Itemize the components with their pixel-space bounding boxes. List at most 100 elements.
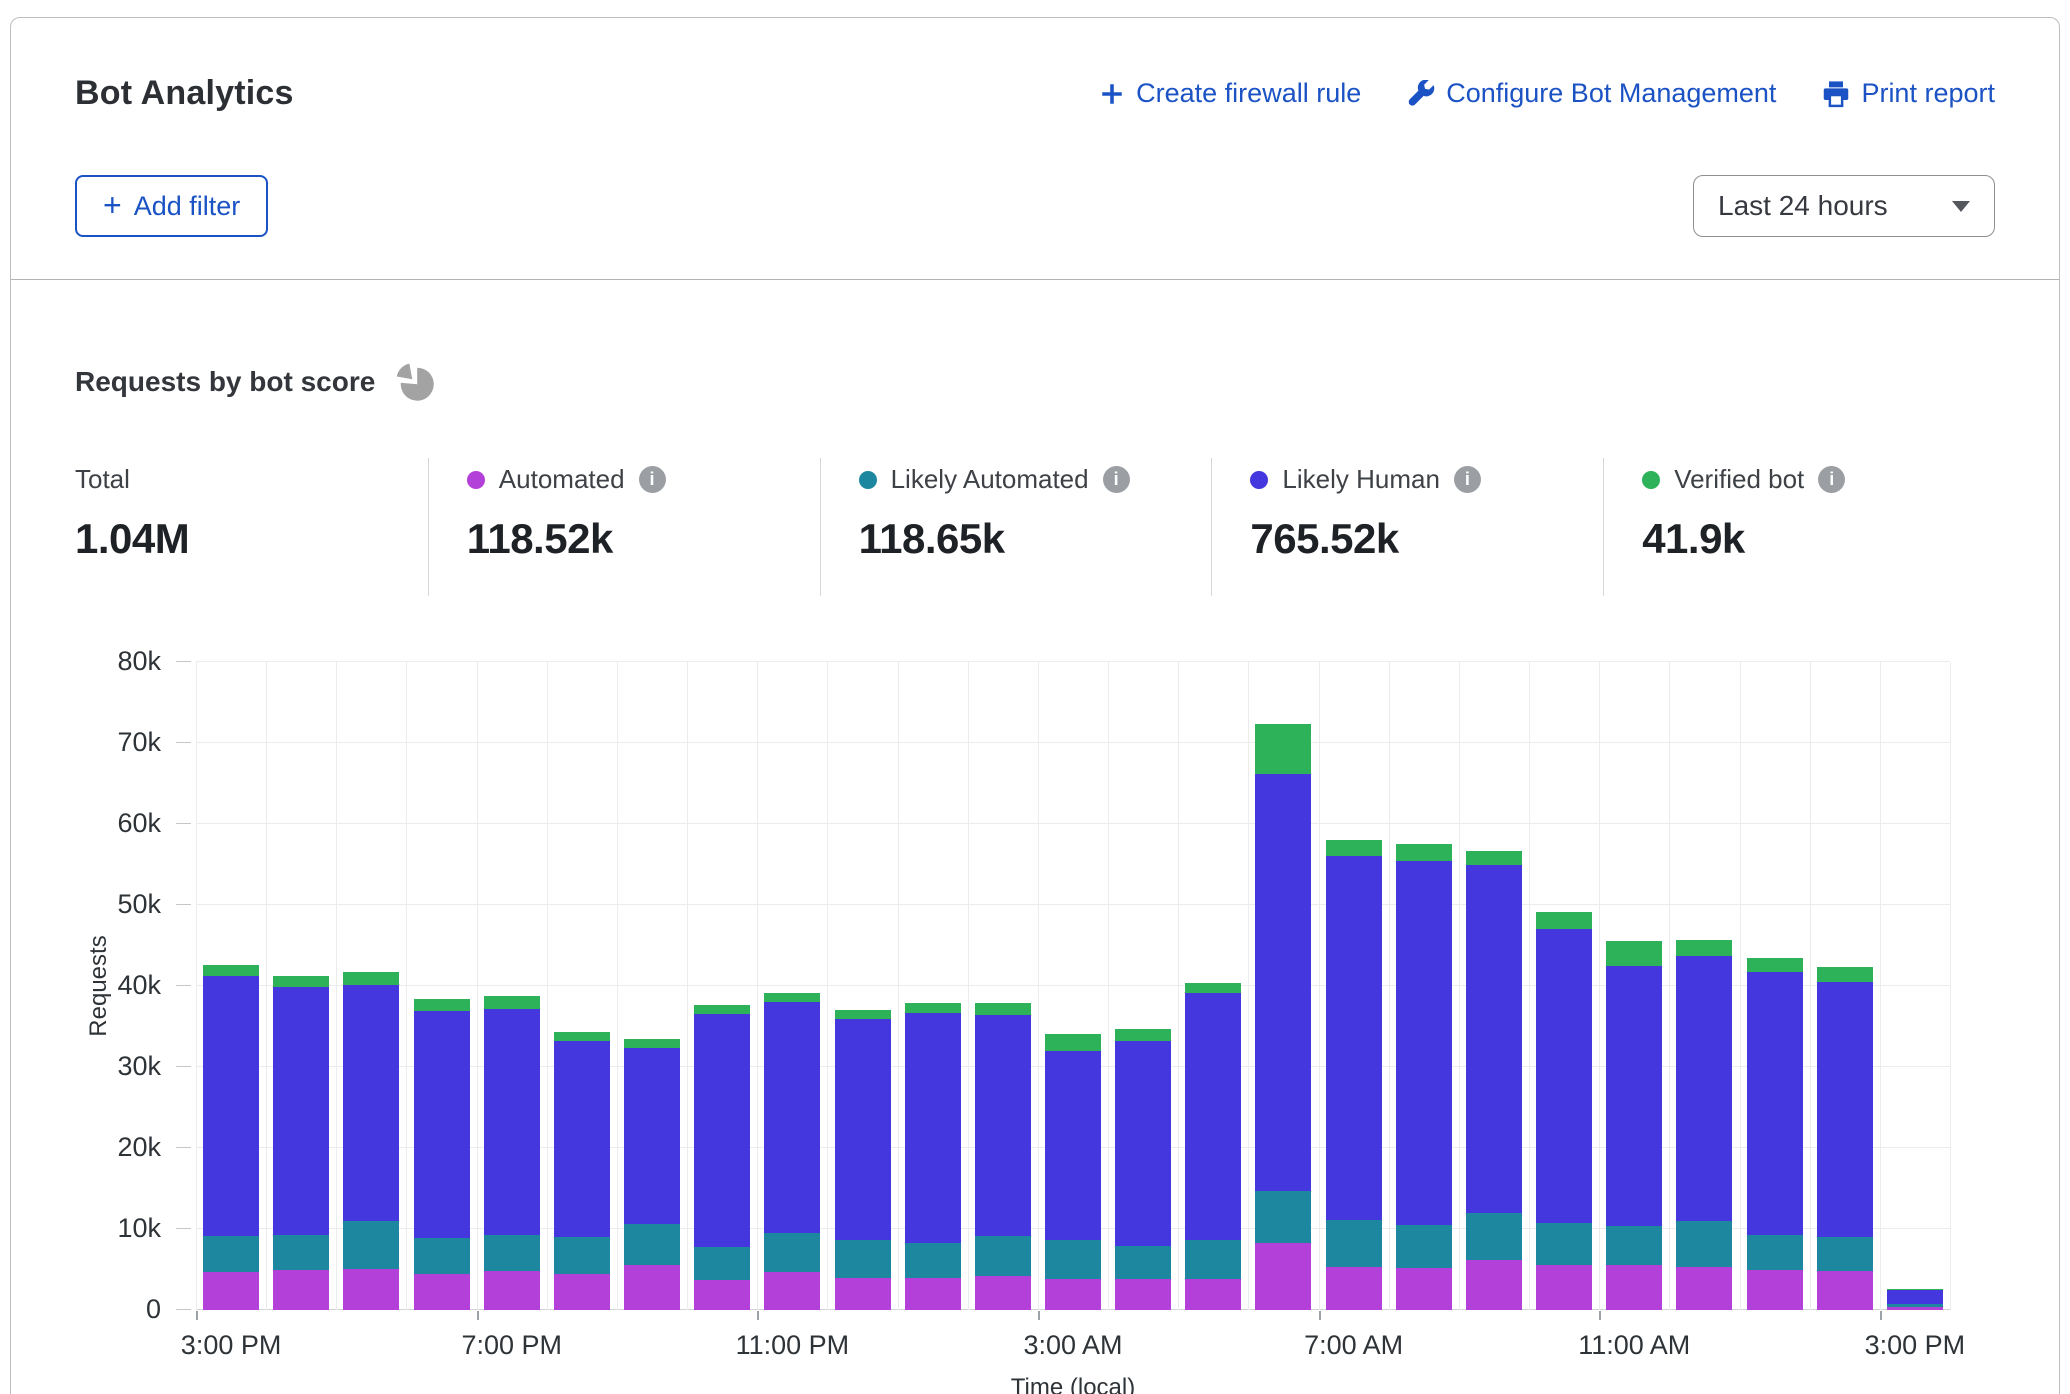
bar-segment-automated — [343, 1269, 399, 1310]
bar-segment-likely-human — [1676, 956, 1732, 1221]
plot-area: 3:00 PM7:00 PM11:00 PM3:00 AM7:00 AM11:0… — [196, 662, 1950, 1310]
bar-11:00 PM[interactable] — [764, 993, 820, 1310]
wrench-icon — [1407, 80, 1435, 108]
print-report-link[interactable]: Print report — [1822, 78, 1995, 109]
bar-segment-likely-human — [624, 1048, 680, 1225]
bar-segment-verified-bot — [414, 999, 470, 1011]
x-axis-tick-label: 3:00 AM — [1023, 1330, 1122, 1361]
bar-segment-likely-human — [694, 1014, 750, 1246]
bar-segment-automated — [1396, 1268, 1452, 1310]
time-range-select[interactable]: Last 24 hours — [1693, 175, 1995, 237]
bar-5:00 PM[interactable] — [343, 972, 399, 1310]
x-axis-title: Time (local) — [1011, 1374, 1135, 1394]
bar-1:00 AM[interactable] — [905, 1003, 961, 1310]
bar-2:00 AM[interactable] — [975, 1003, 1031, 1310]
bar-segment-likely-automated — [1326, 1220, 1382, 1267]
y-axis-tick-label: 20k — [75, 1132, 161, 1163]
bar-5:00 AM[interactable] — [1185, 983, 1241, 1310]
bar-1:00 PM[interactable] — [1747, 958, 1803, 1310]
bar-segment-likely-automated — [905, 1243, 961, 1278]
bar-segment-likely-automated — [554, 1237, 610, 1273]
bar-9:00 AM[interactable] — [1466, 851, 1522, 1310]
y-axis-tick-label: 0 — [75, 1294, 161, 1325]
bar-segment-automated — [1045, 1279, 1101, 1310]
bar-segment-verified-bot — [1676, 940, 1732, 956]
bar-segment-automated — [203, 1272, 259, 1310]
bar-segment-likely-human — [1887, 1290, 1943, 1304]
add-filter-label: Add filter — [134, 191, 241, 222]
bar-segment-automated — [1887, 1307, 1943, 1310]
bar-7:00 AM[interactable] — [1326, 840, 1382, 1310]
bar-segment-automated — [1326, 1267, 1382, 1310]
bar-segment-likely-automated — [1817, 1237, 1873, 1271]
bar-segment-likely-automated — [1747, 1235, 1803, 1270]
bar-segment-verified-bot — [1466, 851, 1522, 866]
bar-segment-likely-human — [1536, 929, 1592, 1223]
bar-segment-verified-bot — [1045, 1034, 1101, 1051]
stat-likely-human-value: 765.52k — [1250, 515, 1603, 563]
x-axis-tick-label: 3:00 PM — [1865, 1330, 1966, 1361]
chevron-down-icon — [1952, 201, 1970, 212]
bar-segment-verified-bot — [1185, 983, 1241, 994]
bar-9:00 PM[interactable] — [624, 1039, 680, 1310]
bar-segment-automated — [1817, 1271, 1873, 1310]
bar-7:00 PM[interactable] — [484, 996, 540, 1310]
bar-segment-likely-automated — [1255, 1191, 1311, 1243]
bar-segment-automated — [554, 1274, 610, 1310]
bar-8:00 PM[interactable] — [554, 1032, 610, 1310]
bar-4:00 PM[interactable] — [273, 976, 329, 1310]
configure-bot-management-link[interactable]: Configure Bot Management — [1407, 78, 1776, 109]
add-filter-button[interactable]: + Add filter — [75, 175, 268, 237]
bar-segment-verified-bot — [1817, 967, 1873, 982]
bar-4:00 AM[interactable] — [1115, 1029, 1171, 1310]
bar-segment-likely-automated — [1115, 1246, 1171, 1279]
stat-total-label: Total — [75, 464, 130, 495]
bar-segment-likely-human — [203, 976, 259, 1236]
create-firewall-rule-link[interactable]: Create firewall rule — [1099, 78, 1361, 109]
stat-automated-label: Automated — [499, 464, 625, 495]
stat-likely-automated-value: 118.65k — [859, 515, 1212, 563]
bar-11:00 AM[interactable] — [1606, 941, 1662, 1310]
stat-verified-bot-label: Verified bot — [1674, 464, 1804, 495]
info-icon[interactable]: i — [1103, 466, 1130, 493]
bar-6:00 PM[interactable] — [414, 999, 470, 1310]
bar-8:00 AM[interactable] — [1396, 844, 1452, 1310]
y-axis-tick-label: 40k — [75, 970, 161, 1001]
bar-3:00 PM[interactable] — [203, 965, 259, 1310]
bar-segment-likely-human — [1255, 774, 1311, 1191]
bar-segment-likely-automated — [343, 1221, 399, 1269]
bar-12:00 PM[interactable] — [1676, 940, 1732, 1310]
bar-segment-likely-automated — [975, 1236, 1031, 1276]
bar-12:00 AM[interactable] — [835, 1010, 891, 1310]
bar-10:00 PM[interactable] — [694, 1005, 750, 1310]
bar-segment-verified-bot — [484, 996, 540, 1009]
bar-3:00 AM[interactable] — [1045, 1034, 1101, 1310]
info-icon[interactable]: i — [639, 466, 666, 493]
bar-3:00 PM[interactable] — [1887, 1289, 1943, 1310]
info-icon[interactable]: i — [1818, 466, 1845, 493]
y-axis-tick-label: 60k — [75, 808, 161, 839]
pie-chart-icon — [393, 360, 437, 404]
bar-segment-verified-bot — [1396, 844, 1452, 861]
bar-6:00 AM[interactable] — [1255, 724, 1311, 1310]
bar-10:00 AM[interactable] — [1536, 912, 1592, 1310]
legend-dot-likely-human — [1250, 471, 1268, 489]
x-axis-tick-label: 7:00 AM — [1304, 1330, 1403, 1361]
stat-verified-bot: Verified bot i 41.9k — [1603, 458, 1995, 596]
info-icon[interactable]: i — [1454, 466, 1481, 493]
stat-likely-automated-label: Likely Automated — [891, 464, 1089, 495]
bar-segment-likely-automated — [694, 1247, 750, 1280]
configure-bot-management-label: Configure Bot Management — [1446, 78, 1776, 109]
bar-segment-automated — [1185, 1279, 1241, 1310]
bar-segment-likely-human — [1817, 982, 1873, 1237]
bar-segment-likely-human — [1606, 966, 1662, 1226]
bar-segment-verified-bot — [1606, 941, 1662, 965]
print-report-label: Print report — [1861, 78, 1995, 109]
bar-segment-verified-bot — [975, 1003, 1031, 1015]
legend-dot-verified-bot — [1642, 471, 1660, 489]
bar-2:00 PM[interactable] — [1817, 967, 1873, 1310]
bar-segment-verified-bot — [1255, 724, 1311, 773]
time-range-value: Last 24 hours — [1718, 190, 1888, 222]
y-axis-tick-label: 10k — [75, 1213, 161, 1244]
bar-segment-likely-automated — [1466, 1213, 1522, 1260]
